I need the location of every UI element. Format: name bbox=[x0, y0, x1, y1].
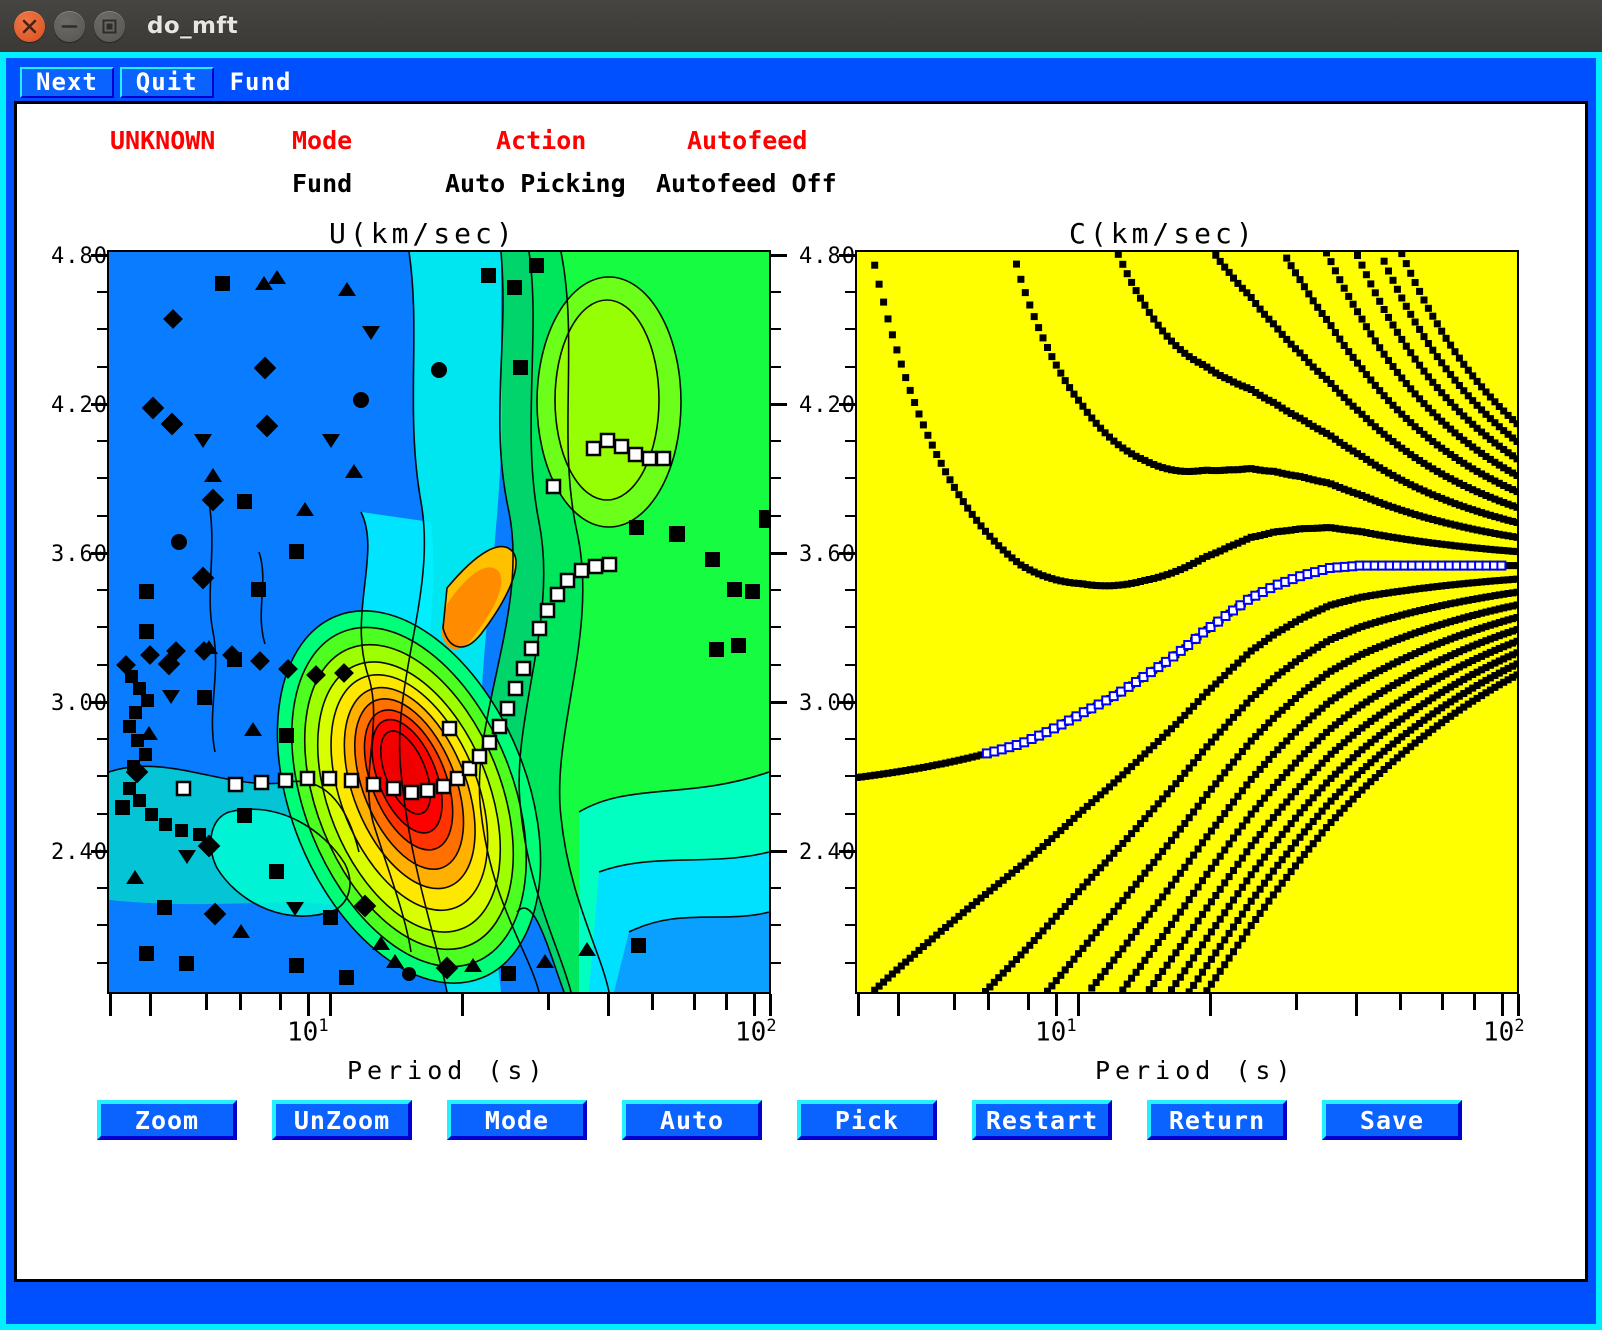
pick-button[interactable]: Pick bbox=[797, 1100, 937, 1140]
left-plot-area[interactable] bbox=[107, 250, 771, 994]
status-header-mode: Mode bbox=[292, 126, 353, 155]
status-value-autofeed: Autofeed Off bbox=[656, 169, 837, 198]
restart-button[interactable]: Restart bbox=[972, 1100, 1112, 1140]
app-window: Next Quit Fund UNKNOWN Mode Action Autof… bbox=[0, 52, 1602, 1330]
left-xlabel: Period (s) bbox=[347, 1056, 548, 1085]
app-window-inner: Next Quit Fund UNKNOWN Mode Action Autof… bbox=[6, 58, 1596, 1324]
menubar: Next Quit Fund bbox=[14, 63, 1588, 101]
save-button[interactable]: Save bbox=[1322, 1100, 1462, 1140]
auto-button[interactable]: Auto bbox=[622, 1100, 762, 1140]
right-panel-title: C(km/sec) bbox=[1069, 217, 1257, 250]
window-title: do_mft bbox=[147, 13, 239, 39]
status-header-autofeed: Autofeed bbox=[687, 126, 808, 155]
minimize-button[interactable] bbox=[54, 10, 85, 42]
left-panel-title: U(km/sec) bbox=[329, 217, 517, 250]
return-button[interactable]: Return bbox=[1147, 1100, 1287, 1140]
phase-velocity-scatter-plot[interactable] bbox=[857, 252, 1517, 992]
maximize-button[interactable] bbox=[94, 10, 125, 42]
status-value-action: Auto Picking bbox=[445, 169, 626, 198]
left-xtick-10e2: 102 bbox=[735, 1016, 777, 1048]
status-value-mode: Fund bbox=[292, 169, 353, 198]
zoom-button[interactable]: Zoom bbox=[97, 1100, 237, 1140]
menu-item-next[interactable]: Next bbox=[20, 66, 114, 98]
right-plot-area[interactable] bbox=[855, 250, 1519, 994]
mode-button[interactable]: Mode bbox=[447, 1100, 587, 1140]
menu-item-fund[interactable]: Fund bbox=[214, 67, 308, 98]
plot-canvas[interactable]: UNKNOWN Mode Action Autofeed Fund Auto P… bbox=[14, 101, 1588, 1282]
right-xtick-10e2: 102 bbox=[1483, 1016, 1525, 1048]
status-header-action: Action bbox=[496, 126, 587, 155]
menu-item-quit[interactable]: Quit bbox=[119, 66, 214, 98]
unzoom-button[interactable]: UnZoom bbox=[272, 1100, 412, 1140]
right-xtick-10e1: 101 bbox=[1035, 1016, 1077, 1048]
window-controls bbox=[14, 10, 125, 42]
toolbar: Zoom UnZoom Mode Auto Pick Restart Retur… bbox=[97, 1100, 1462, 1140]
left-xtick-10e1: 101 bbox=[287, 1016, 329, 1048]
status-header-unknown: UNKNOWN bbox=[110, 126, 216, 155]
window-titlebar: do_mft bbox=[0, 0, 1602, 53]
close-button[interactable] bbox=[14, 10, 45, 42]
right-xlabel: Period (s) bbox=[1095, 1056, 1296, 1085]
group-velocity-contour-plot[interactable] bbox=[109, 252, 769, 992]
